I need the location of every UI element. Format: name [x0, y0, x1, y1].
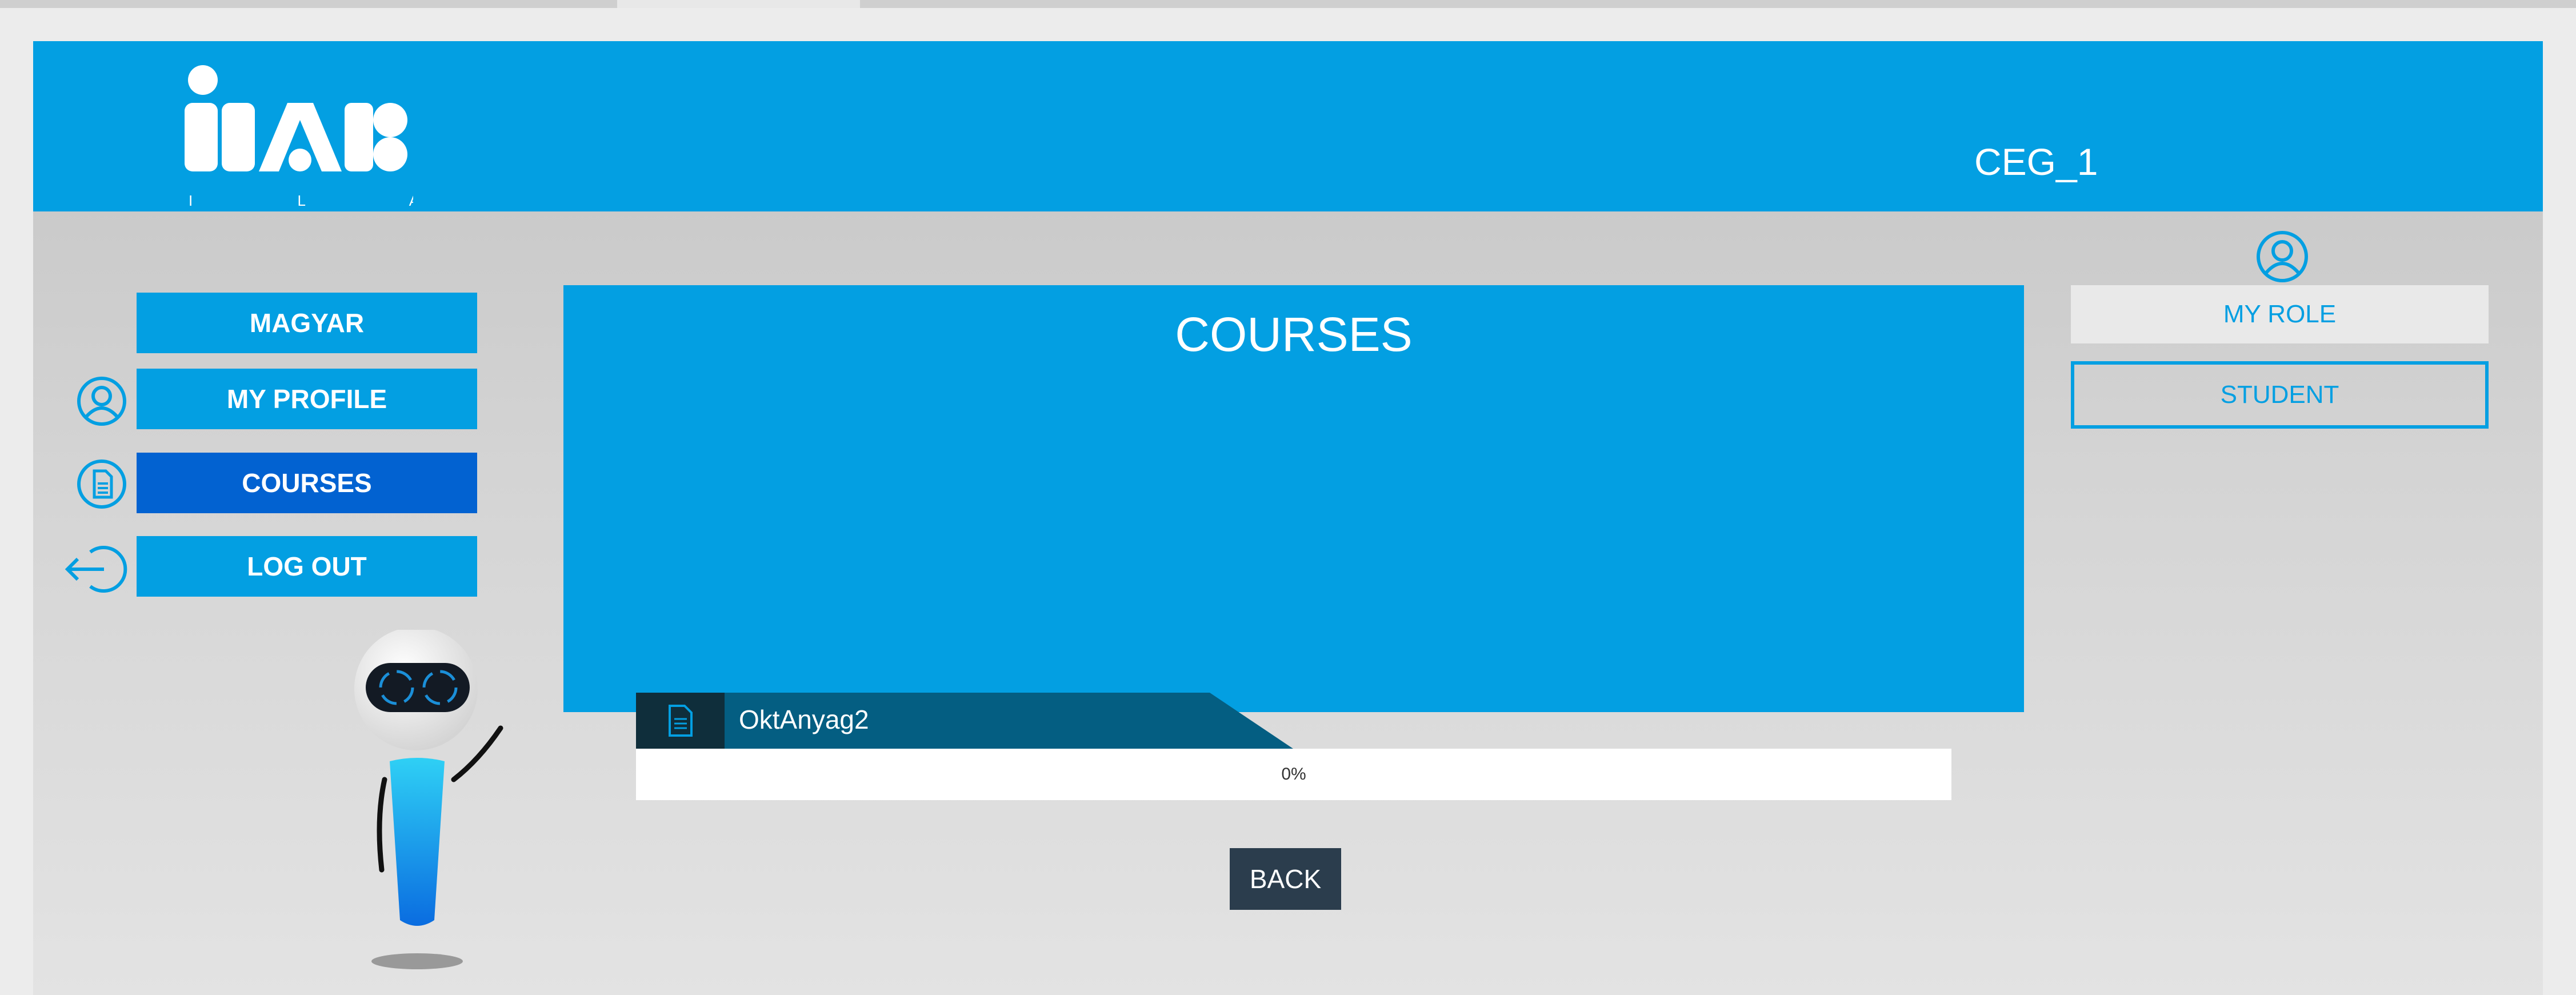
user-icon [77, 377, 126, 426]
browser-tab [617, 0, 860, 8]
courses-button[interactable]: COURSES [137, 453, 477, 513]
course-progress-bar: 0% [636, 749, 1951, 800]
course-icon-container [636, 693, 725, 749]
browser-strip [0, 0, 617, 8]
my-profile-button[interactable]: MY PROFILE [137, 369, 477, 429]
logout-button[interactable]: LOG OUT [137, 536, 477, 597]
document-icon [668, 705, 693, 737]
ilab-logo[interactable]: I L A B [150, 57, 413, 234]
role-selector[interactable]: STUDENT [2071, 361, 2489, 429]
logo-letters: I L A B [189, 192, 413, 209]
courses-panel: COURSES OktAnyag2 0% BACK [563, 285, 2024, 910]
app-frame: I L A B CEG_1 MAGYAR MY PROFILE COURSES … [33, 41, 2543, 995]
user-icon [2257, 231, 2308, 282]
page-title: COURSES [1175, 307, 1413, 361]
course-name: OktAnyag2 [739, 705, 869, 734]
course-tab-background [636, 693, 1293, 749]
app-header: I L A B CEG_1 [33, 41, 2543, 211]
document-icon [77, 459, 126, 509]
my-role-header: MY ROLE [2071, 285, 2489, 343]
current-username: CEG_1 [1974, 141, 2098, 183]
browser-strip [860, 0, 2576, 8]
robot-mascot-illustration [354, 630, 503, 969]
back-button[interactable]: BACK [1230, 848, 1341, 910]
course-progress-label: 0% [1281, 765, 1306, 784]
logout-icon [65, 546, 127, 593]
language-button[interactable]: MAGYAR [137, 293, 477, 353]
